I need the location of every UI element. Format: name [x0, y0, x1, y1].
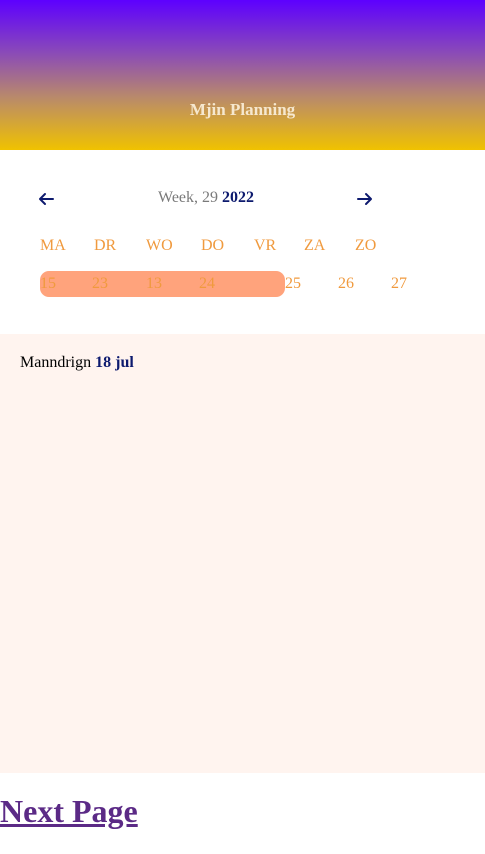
app-header: Mjin Planning	[0, 0, 485, 150]
arrow-right-icon	[357, 193, 372, 205]
weekday-wed: WO	[146, 237, 173, 254]
date-thu[interactable]: 24	[199, 275, 215, 293]
arrow-left-icon	[39, 193, 54, 205]
selected-date-label: Manndrign 18 jul	[20, 354, 134, 372]
week-navigator: Week, 29 2022	[0, 185, 485, 213]
dates-row: 15 23 13 24 25 26 27	[0, 270, 485, 298]
weekday-sat: ZA	[304, 237, 326, 254]
next-page-link[interactable]: Next Page	[0, 793, 138, 830]
date-tue[interactable]: 23	[92, 275, 108, 293]
date-wed[interactable]: 13	[146, 275, 162, 293]
week-year: 2022	[222, 189, 255, 206]
date-sun[interactable]: 27	[391, 275, 407, 293]
date-mon[interactable]: 15	[40, 275, 56, 293]
next-week-button[interactable]	[353, 185, 377, 213]
date-fri[interactable]: 25	[285, 275, 301, 293]
week-label: Week, 29 2022	[158, 189, 254, 207]
selected-range-highlight	[40, 271, 285, 297]
selected-day-name: Manndrign	[20, 354, 92, 371]
weekday-sun: ZO	[355, 237, 377, 254]
weekday-fri: VR	[254, 237, 277, 254]
day-detail-panel: Manndrign 18 jul	[0, 334, 485, 773]
weekday-mon: MA	[40, 237, 66, 254]
date-sat[interactable]: 26	[338, 275, 354, 293]
week-number: Week, 29	[158, 189, 219, 206]
weekday-tue: DR	[94, 237, 117, 254]
weekday-thu: DO	[201, 237, 225, 254]
selected-day-date: 18 jul	[95, 354, 134, 371]
page-title: Mjin Planning	[189, 100, 296, 119]
previous-week-button[interactable]	[34, 185, 58, 213]
weekday-header-row: MA DR WO DO VR ZA ZO	[0, 237, 485, 259]
